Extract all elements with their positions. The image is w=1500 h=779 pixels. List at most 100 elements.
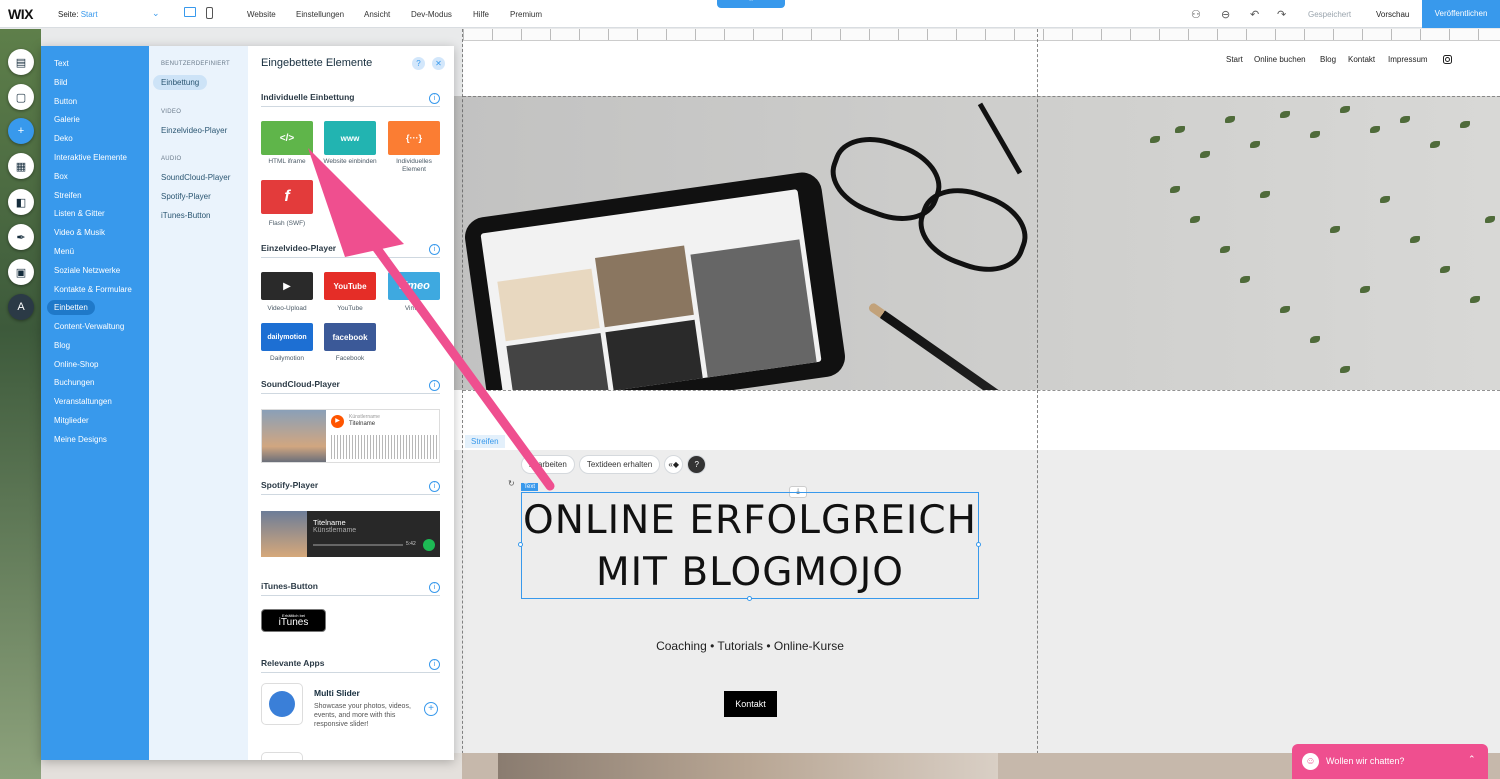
menu-help[interactable]: Hilfe (473, 10, 489, 19)
spotify-player-preview[interactable]: Titelname Künstlername 5:42 (261, 511, 440, 557)
category-lists[interactable]: Listen & Gitter (54, 209, 105, 218)
category-button[interactable]: Button (54, 97, 77, 106)
itunes-button-preview[interactable]: Erhältlich bei iTunes (261, 609, 326, 632)
menu-settings[interactable]: Einstellungen (296, 10, 344, 19)
chat-widget[interactable]: ☺ Wollen wir chatten? ⌃ (1292, 744, 1488, 779)
ruler[interactable] (463, 29, 1500, 41)
category-video-music[interactable]: Video & Musik (54, 228, 105, 237)
subline-text[interactable]: Coaching • Tutorials • Online-Kurse (600, 639, 900, 653)
info-icon[interactable]: i (429, 582, 440, 593)
category-contact-forms[interactable]: Kontakte & Formulare (54, 285, 132, 294)
desktop-view-icon[interactable] (184, 7, 196, 17)
nav-blog[interactable]: Blog (1320, 55, 1336, 64)
media-icon[interactable]: ◧ (8, 189, 34, 215)
category-box[interactable]: Box (54, 172, 68, 181)
bookings-icon[interactable]: ▣ (8, 259, 34, 285)
category-store[interactable]: Online-Shop (54, 360, 98, 369)
category-text[interactable]: Text (54, 59, 69, 68)
edit-text-button[interactable]: bearbeiten (521, 455, 575, 474)
info-icon[interactable]: i (429, 244, 440, 255)
menu-website[interactable]: Website (247, 10, 276, 19)
info-icon[interactable]: i (429, 93, 440, 104)
strip-tag[interactable]: Streifen (465, 435, 505, 448)
nav-impressum[interactable]: Impressum (1388, 55, 1428, 64)
soundcloud-cover (262, 410, 326, 462)
sub-item-spotify[interactable]: Spotify-Player (161, 192, 211, 201)
wix-logo[interactable]: WIX (8, 6, 33, 22)
multi-slider-app-icon[interactable] (261, 683, 303, 725)
accessibility-icon[interactable]: ⚇ (1191, 8, 1201, 21)
category-gallery[interactable]: Galerie (54, 115, 80, 124)
contact-button[interactable]: Kontakt (724, 691, 777, 717)
add-icon[interactable]: + (8, 118, 34, 144)
app-market-icon[interactable]: ▦ (8, 153, 34, 179)
text-ideas-button[interactable]: Textideen erhalten (578, 455, 661, 474)
sub-item-video-player[interactable]: Einzelvideo-Player (161, 126, 227, 135)
category-strips[interactable]: Streifen (54, 191, 82, 200)
website-embed-tile[interactable]: www (324, 121, 376, 155)
resize-handle[interactable] (518, 542, 523, 547)
site-header[interactable] (463, 41, 1500, 97)
custom-element-tile[interactable]: {···} (388, 121, 440, 155)
next-app-icon[interactable] (261, 752, 303, 760)
help-icon[interactable]: ? (412, 57, 425, 70)
chevron-up-icon[interactable]: ⌃ (1468, 754, 1476, 765)
video-upload-tile[interactable]: ▶ (261, 272, 313, 300)
headline-text-box[interactable]: ONLINE ERFOLGREICH MIT BLOGMOJO (521, 492, 979, 599)
background-icon[interactable]: ▢ (8, 84, 34, 110)
add-app-button[interactable]: + (424, 702, 438, 716)
nav-kontakt[interactable]: Kontakt (1348, 55, 1375, 64)
publish-button[interactable]: Veröffentlichen (1422, 0, 1500, 28)
help-icon[interactable]: ? (687, 455, 707, 474)
category-events[interactable]: Veranstaltungen (54, 397, 112, 406)
facebook-tile[interactable]: facebook (324, 323, 376, 351)
info-icon[interactable]: i (429, 380, 440, 391)
category-embed[interactable]: Einbetten (47, 300, 95, 315)
menu-view[interactable]: Ansicht (364, 10, 390, 19)
page-selector[interactable]: Seite: Start (58, 10, 98, 19)
pages-icon[interactable]: ▤ (8, 49, 34, 75)
nav-start[interactable]: Start (1226, 55, 1243, 64)
dailymotion-tile[interactable]: dailymotion (261, 323, 313, 351)
close-icon[interactable]: ✕ (432, 57, 445, 70)
sub-item-soundcloud[interactable]: SoundCloud-Player (161, 173, 230, 182)
flash-tile[interactable]: f (261, 180, 313, 214)
category-social[interactable]: Soziale Netzwerke (54, 266, 120, 275)
redo-icon[interactable]: ↷ (1277, 8, 1286, 21)
menu-dev-mode[interactable]: Dev-Modus (411, 10, 452, 19)
category-bookings[interactable]: Buchungen (54, 378, 94, 387)
mobile-view-icon[interactable] (206, 7, 213, 19)
preview-button[interactable]: Vorschau (1376, 10, 1409, 19)
editor-topbar: WIX Seite: Start ⌄ Website Einstellungen… (0, 0, 1500, 28)
category-menu[interactable]: Menü (54, 247, 74, 256)
sub-item-itunes[interactable]: iTunes-Button (161, 211, 211, 220)
info-icon[interactable]: i (429, 659, 440, 670)
html-iframe-tile[interactable]: </> (261, 121, 313, 155)
zoom-icon[interactable]: ⊖ (1221, 8, 1230, 21)
collapse-topbar-tab[interactable]: ⌃ (717, 0, 785, 8)
category-my-designs[interactable]: Meine Designs (54, 435, 107, 444)
vimeo-tile[interactable]: vimeo (388, 272, 440, 300)
category-members[interactable]: Mitglieder (54, 416, 89, 425)
category-cms[interactable]: Content-Verwaltung (54, 322, 124, 331)
youtube-tile[interactable]: YouTube (324, 272, 376, 300)
category-decor[interactable]: Deko (54, 134, 73, 143)
category-blog[interactable]: Blog (54, 341, 70, 350)
animation-icon[interactable]: «◆ (664, 455, 684, 474)
nav-online-buchen[interactable]: Online buchen (1254, 55, 1306, 64)
info-icon[interactable]: i (429, 481, 440, 492)
instagram-icon[interactable] (1443, 55, 1452, 64)
rotate-icon[interactable]: ↻ (508, 479, 515, 488)
resize-handle[interactable] (747, 596, 752, 601)
category-image[interactable]: Bild (54, 78, 67, 87)
menu-premium[interactable]: Premium (510, 10, 542, 19)
sub-item-embed[interactable]: Einbettung (153, 75, 208, 90)
resize-handle[interactable] (976, 542, 981, 547)
blog-pen-icon[interactable]: ✒ (8, 224, 34, 250)
undo-icon[interactable]: ↶ (1250, 8, 1259, 21)
chevron-down-icon[interactable]: ⌄ (152, 8, 160, 19)
soundcloud-player-preview[interactable]: ▶ Künstlername Titelname (261, 409, 440, 463)
ascend-icon[interactable]: A (8, 294, 34, 320)
app-name[interactable]: Multi Slider (314, 688, 360, 698)
category-interactive[interactable]: Interaktive Elemente (54, 153, 127, 162)
